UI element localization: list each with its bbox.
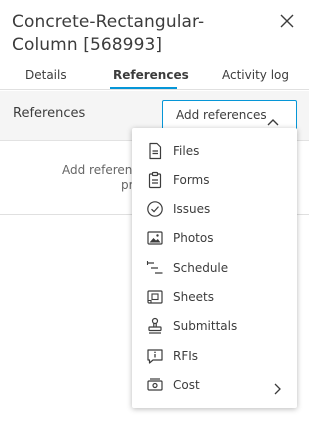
add-references-menu: Files Forms Issues Photos Schedule Sheet… (132, 128, 297, 408)
tab-bar: Details References Activity log (0, 66, 309, 90)
menu-item-rfis[interactable]: RFIs (132, 342, 297, 371)
chevron-right-icon (273, 380, 281, 399)
menu-item-forms[interactable]: Forms (132, 166, 297, 195)
check-circle-icon (146, 200, 164, 218)
schedule-icon (146, 259, 164, 277)
menu-item-cost[interactable]: Cost (132, 371, 297, 400)
menu-item-label: Forms (173, 173, 210, 187)
rfi-icon (146, 347, 164, 365)
tab-activity-log[interactable]: Activity log (222, 66, 289, 84)
stamp-icon (146, 317, 164, 335)
add-references-label: Add references (176, 108, 267, 122)
close-icon[interactable] (278, 12, 296, 30)
menu-item-label: Schedule (173, 261, 229, 275)
menu-item-files[interactable]: Files (132, 137, 297, 166)
tab-references[interactable]: References (113, 66, 189, 84)
menu-item-label: Files (173, 144, 200, 158)
menu-item-issues[interactable]: Issues (132, 195, 297, 224)
menu-item-photos[interactable]: Photos (132, 224, 297, 253)
references-label: References (13, 106, 86, 121)
cost-icon (146, 376, 164, 394)
menu-item-label: Sheets (173, 290, 214, 304)
menu-item-label: Cost (173, 378, 200, 392)
menu-item-sheets[interactable]: Sheets (132, 283, 297, 312)
menu-item-label: RFIs (173, 349, 199, 363)
menu-item-label: Submittals (173, 319, 238, 333)
sheet-icon (146, 288, 164, 306)
add-references-button[interactable]: Add references (162, 100, 297, 130)
menu-item-label: Issues (173, 202, 211, 216)
active-tab-indicator (110, 87, 177, 89)
menu-item-label: Photos (173, 231, 214, 245)
tab-details[interactable]: Details (25, 66, 67, 84)
file-icon (146, 142, 164, 160)
page-title: Concrete-Rectangular-Column [568993] (12, 12, 205, 55)
photo-icon (146, 229, 164, 247)
clipboard-icon (146, 171, 164, 189)
menu-item-submittals[interactable]: Submittals (132, 312, 297, 341)
empty-state-text: Add references (62, 163, 142, 177)
menu-item-schedule[interactable]: Schedule (132, 254, 297, 283)
